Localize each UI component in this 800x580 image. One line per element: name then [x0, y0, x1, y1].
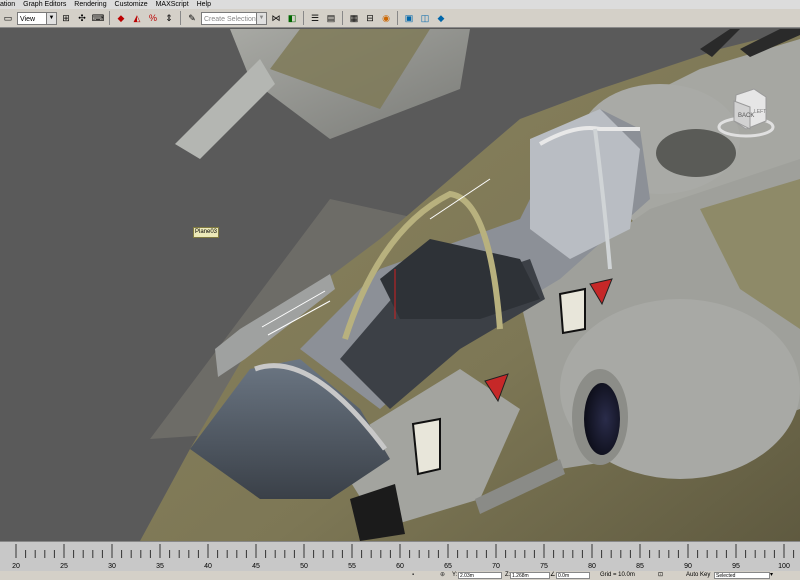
timeline-tick-label: 95 — [732, 563, 740, 570]
timeline-tick-label: 50 — [300, 563, 308, 570]
angle-icon: ∠ — [550, 572, 556, 578]
lock-icon[interactable]: ▪ — [412, 571, 414, 580]
grid-size-text: Grid = 10.0m — [600, 572, 635, 578]
timeline-tick-label: 85 — [636, 563, 644, 570]
viewcube-icon[interactable]: BACK LEFT — [716, 85, 776, 145]
menu-graph-editors[interactable]: Graph Editors — [23, 0, 66, 9]
toolbar-divider — [109, 11, 110, 25]
timeline-tick-label: 65 — [444, 563, 452, 570]
graphite-tools-icon[interactable]: ▤ — [324, 11, 338, 25]
perspective-viewport[interactable]: Plane03 BACK LEFT — [0, 29, 800, 541]
mirror-icon[interactable]: ⋈ — [269, 11, 283, 25]
material-editor-icon[interactable]: ◉ — [379, 11, 393, 25]
timeline-tick-label: 75 — [540, 563, 548, 570]
menu-bar: ation Graph Editors Rendering Customize … — [0, 0, 800, 9]
select-manipulate-icon[interactable]: ✣ — [75, 11, 89, 25]
rendered-frame-window-icon[interactable]: ◫ — [418, 11, 432, 25]
edit-named-selection-icon[interactable]: ✎ — [185, 11, 199, 25]
named-selection-set-dropdown[interactable]: Create Selection Set ▼ — [201, 11, 267, 36]
menu-customize[interactable]: Customize — [115, 0, 148, 9]
y-coordinate-field[interactable]: 2.03m — [458, 572, 502, 579]
align-icon[interactable]: ◧ — [285, 11, 299, 25]
toolbar-divider — [397, 11, 398, 25]
timeline-tick-label: 100 — [778, 563, 790, 570]
y-label: Y: — [452, 572, 458, 578]
absolute-mode-icon[interactable]: ⊕ — [440, 571, 445, 580]
spinner-snap-icon[interactable]: ⇕ — [162, 11, 176, 25]
view-dropdown-value: View — [20, 15, 36, 23]
timeline-tick-label: 80 — [588, 563, 596, 570]
toolbar-divider — [180, 11, 181, 25]
chevron-down-icon[interactable]: ▼ — [46, 12, 56, 24]
timeline-tick-label: 90 — [684, 563, 692, 570]
menu-rendering[interactable]: Rendering — [74, 0, 106, 9]
key-filter-dropdown[interactable]: Selected — [714, 572, 770, 579]
schematic-view-icon[interactable]: ⊟ — [363, 11, 377, 25]
render-setup-icon[interactable]: ▣ — [402, 11, 416, 25]
timeline-ticks — [15, 544, 795, 558]
render-production-icon[interactable]: ◆ — [434, 11, 448, 25]
time-tag-icon[interactable]: ⊡ — [658, 571, 663, 580]
navcube-face-left: LEFT — [754, 109, 766, 115]
snap-toggle-icon[interactable]: ◆ — [114, 11, 128, 25]
chevron-down-icon[interactable]: ▾ — [770, 571, 773, 580]
main-toolbar: ▭ View ▼ ⊞ ✣ ⌨ ◆ ◭ % ⇕ ✎ Create Selectio… — [0, 9, 800, 36]
toolbar-divider — [342, 11, 343, 25]
select-icon[interactable]: ▭ — [1, 11, 15, 25]
timeline-tick-label: 35 — [156, 563, 164, 570]
timeline-tick-label: 45 — [252, 563, 260, 570]
pivot-icon[interactable]: ⊞ — [59, 11, 73, 25]
timeline-tick-label: 40 — [204, 563, 212, 570]
timeline-tick-label: 55 — [348, 563, 356, 570]
chevron-down-icon[interactable]: ▼ — [256, 12, 266, 24]
timeline-tick-label: 70 — [492, 563, 500, 570]
layer-manager-icon[interactable]: ☰ — [308, 11, 322, 25]
object-name-tooltip: Plane03 — [193, 227, 220, 238]
angle-snap-icon[interactable]: ◭ — [130, 11, 144, 25]
status-bar: ▪ ⊕ Y: 2.03m Z: 1.268m ∠ 0.0m Grid = 10.… — [0, 571, 800, 580]
timeline-tick-label: 25 — [60, 563, 68, 570]
timeline-ruler[interactable]: 20 25 30 35 40 45 50 55 60 65 70 75 80 85 90 95 100 — [0, 541, 800, 572]
curve-editor-icon[interactable]: ▦ — [347, 11, 361, 25]
z-coordinate-field[interactable]: 1.268m — [510, 572, 550, 579]
timeline-tick-label: 20 — [12, 563, 20, 570]
toolbar-divider — [303, 11, 304, 25]
angle-field[interactable]: 0.0m — [556, 572, 590, 579]
menu-help[interactable]: Help — [197, 0, 211, 9]
aircraft-model-render — [140, 29, 800, 541]
auto-key-button[interactable]: Auto Key — [686, 571, 710, 580]
timeline-tick-label: 60 — [396, 563, 404, 570]
timeline-tick-label: 30 — [108, 563, 116, 570]
navcube-face-back: BACK — [738, 113, 754, 119]
reference-coordinate-dropdown[interactable]: View ▼ — [17, 11, 57, 25]
percent-snap-icon[interactable]: % — [146, 11, 160, 25]
air-intake — [584, 383, 620, 455]
menu-maxscript[interactable]: MAXScript — [156, 0, 189, 9]
keyboard-shortcut-icon[interactable]: ⌨ — [91, 11, 105, 25]
menu-animation[interactable]: ation — [0, 0, 15, 9]
